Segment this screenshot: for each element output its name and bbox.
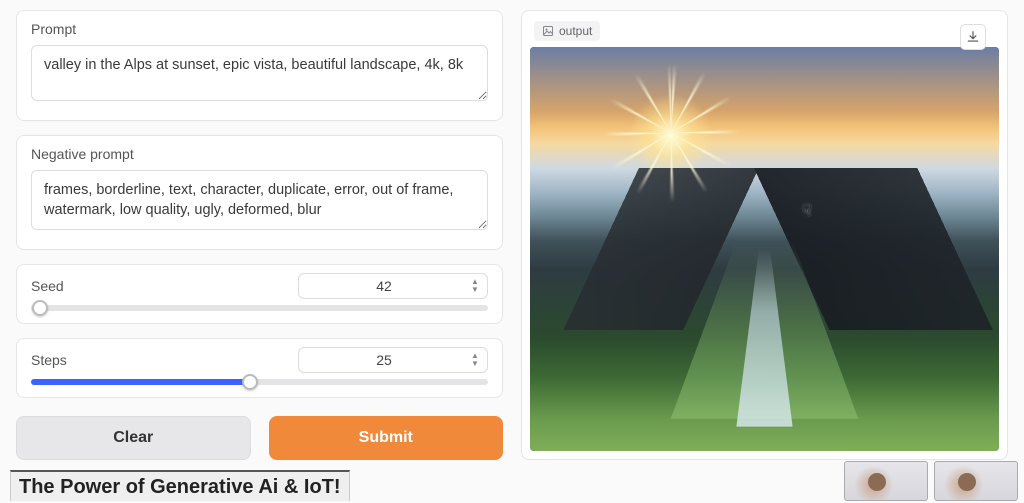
- webcam-thumb-2: [934, 461, 1018, 501]
- app-root: Prompt Negative prompt Seed 42 ▲▼ Steps: [0, 0, 1024, 460]
- submit-button[interactable]: Submit: [269, 416, 504, 460]
- seed-group: Seed 42 ▲▼: [16, 264, 503, 324]
- steps-slider-fill: [31, 379, 250, 385]
- negative-prompt-input[interactable]: [31, 170, 488, 230]
- download-button[interactable]: [960, 24, 986, 50]
- steps-head: Steps 25 ▲▼: [31, 347, 488, 373]
- download-icon: [966, 30, 980, 44]
- output-header: output: [530, 19, 999, 47]
- image-icon: [542, 25, 554, 37]
- prompt-input[interactable]: [31, 45, 488, 101]
- cursor-icon: ☟: [802, 201, 812, 221]
- seed-number-input[interactable]: 42 ▲▼: [298, 273, 488, 299]
- form-panel: Prompt Negative prompt Seed 42 ▲▼ Steps: [16, 10, 503, 460]
- negative-prompt-label: Negative prompt: [31, 146, 488, 162]
- steps-number-value: 25: [376, 352, 392, 368]
- steps-spinner[interactable]: ▲▼: [467, 350, 483, 370]
- output-panel: output ☟: [521, 10, 1008, 460]
- output-image[interactable]: ☟: [530, 47, 999, 451]
- prompt-label: Prompt: [31, 21, 488, 37]
- seed-slider-thumb[interactable]: [32, 300, 48, 316]
- seed-slider[interactable]: [31, 305, 488, 311]
- steps-label: Steps: [31, 352, 67, 368]
- steps-number-input[interactable]: 25 ▲▼: [298, 347, 488, 373]
- webcam-thumbnails: [844, 461, 1018, 501]
- chevron-down-icon[interactable]: ▼: [467, 360, 483, 368]
- presentation-title: The Power of Generative Ai & IoT!: [10, 470, 350, 501]
- chevron-down-icon[interactable]: ▼: [467, 286, 483, 294]
- steps-group: Steps 25 ▲▼: [16, 338, 503, 398]
- steps-slider[interactable]: [31, 379, 488, 385]
- output-label-pill: output: [534, 21, 600, 41]
- seed-spinner[interactable]: ▲▼: [467, 276, 483, 296]
- seed-label: Seed: [31, 278, 64, 294]
- clear-button[interactable]: Clear: [16, 416, 251, 460]
- prompt-group: Prompt: [16, 10, 503, 121]
- button-row: Clear Submit: [16, 416, 503, 460]
- negative-prompt-group: Negative prompt: [16, 135, 503, 250]
- presentation-overlay: The Power of Generative Ai & IoT!: [0, 459, 1024, 503]
- seed-head: Seed 42 ▲▼: [31, 273, 488, 299]
- steps-slider-thumb[interactable]: [242, 374, 258, 390]
- seed-number-value: 42: [376, 278, 392, 294]
- output-column: output ☟: [521, 10, 1008, 460]
- webcam-thumb-1: [844, 461, 928, 501]
- output-label-text: output: [559, 24, 592, 38]
